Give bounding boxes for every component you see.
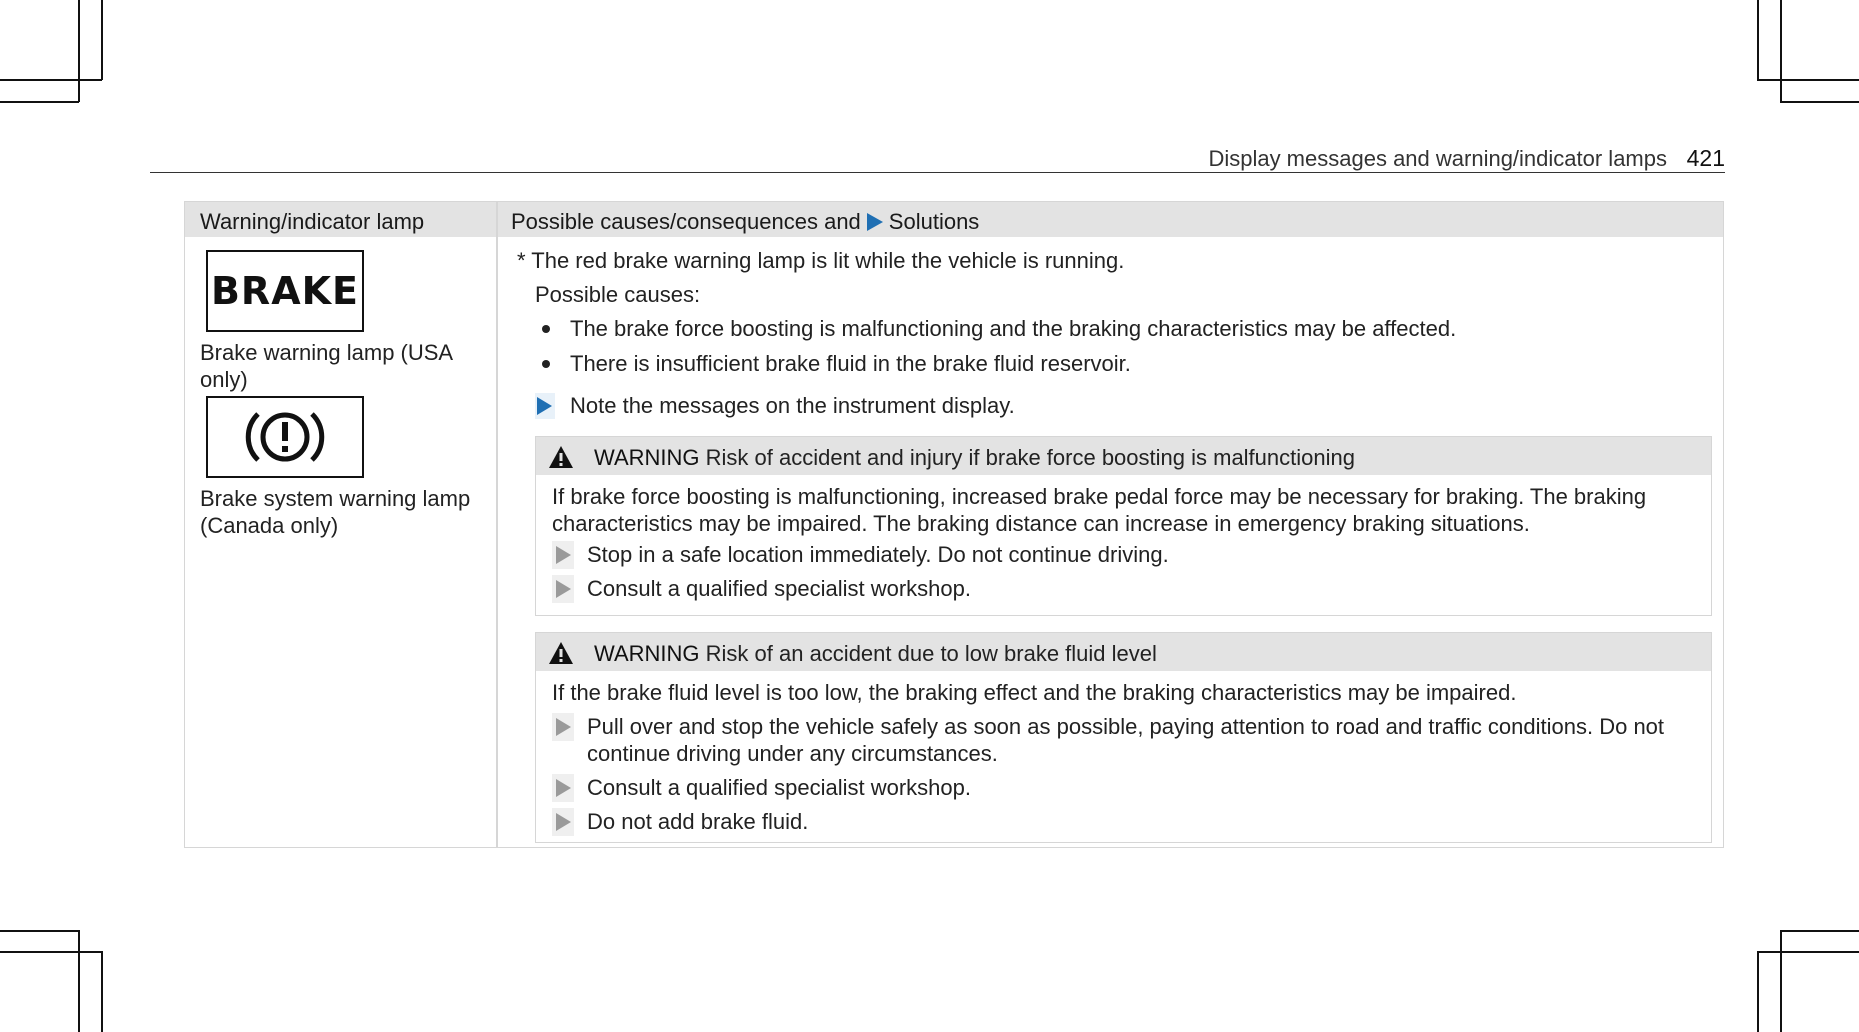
lamp-caption-canada: Brake system warning lamp (Canada only)	[200, 486, 471, 538]
step-text: Note the messages on the instrument disp…	[570, 393, 1015, 418]
warning-step: Pull over and stop the vehicle safely as…	[587, 714, 1665, 766]
step-arrow-icon	[556, 546, 571, 564]
warning-box: WARNING Risk of an accident due to low b…	[535, 632, 1712, 843]
warning-header: WARNING Risk of an accident due to low b…	[536, 633, 1711, 671]
bullet-icon	[542, 360, 550, 368]
running-header: Display messages and warning/indicator l…	[150, 140, 1725, 173]
column-divider	[496, 202, 498, 847]
step-arrow-icon	[556, 718, 571, 736]
step-arrow-icon	[556, 779, 571, 797]
bullet-icon	[542, 325, 550, 333]
warning-triangle-icon	[549, 446, 573, 468]
step-arrow-icon	[537, 397, 552, 420]
column-header-causes: Possible causes/consequences and Solutio…	[511, 209, 979, 235]
page-number: 421	[1686, 145, 1725, 171]
cause-item: The brake force boosting is malfunctioni…	[570, 316, 1457, 341]
brake-system-warning-symbol	[245, 412, 325, 462]
column-header-causes-text: Possible causes/consequences and	[511, 209, 861, 234]
warning-step: Do not add brake fluid.	[587, 809, 809, 834]
step-arrow-icon	[556, 813, 571, 831]
brake-lamp-text: BRAKE	[210, 269, 360, 313]
warning-title-text: Risk of an accident due to low brake flu…	[705, 641, 1157, 666]
brake-system-warning-lamp-icon	[206, 396, 364, 478]
lamp-caption-usa: Brake warning lamp (USA only)	[200, 340, 452, 392]
cause-item: There is insufficient brake fluid in the…	[570, 351, 1131, 376]
warning-label: WARNING	[594, 641, 700, 666]
solution-arrow-icon	[866, 213, 883, 231]
warning-title: WARNING Risk of an accident due to low b…	[594, 641, 1157, 667]
warning-box: WARNING Risk of accident and injury if b…	[535, 436, 1712, 616]
warning-triangle-icon	[549, 642, 573, 664]
possible-causes-label: Possible causes:	[535, 282, 701, 307]
warning-lamp-table: Warning/indicator lamp Possible causes/c…	[184, 201, 1724, 848]
warning-title: WARNING Risk of accident and injury if b…	[594, 445, 1355, 471]
warning-body: If brake force boosting is malfunctionin…	[552, 484, 1647, 536]
warning-label: WARNING	[594, 445, 700, 470]
warning-body: If the brake fluid level is too low, the…	[552, 680, 1517, 705]
warning-step: Consult a qualified specialist workshop.	[587, 576, 971, 601]
warning-title-text: Risk of accident and injury if brake for…	[705, 445, 1355, 470]
column-header-lamp: Warning/indicator lamp	[200, 209, 425, 234]
step-arrow-icon	[556, 580, 571, 598]
section-title: Display messages and warning/indicator l…	[1208, 146, 1667, 171]
column-header-solutions-text: Solutions	[888, 209, 980, 234]
warning-header: WARNING Risk of accident and injury if b…	[536, 437, 1711, 475]
warning-step: Consult a qualified specialist workshop.	[587, 775, 971, 800]
intro-text: * The red brake warning lamp is lit whil…	[517, 248, 1125, 273]
warning-step: Stop in a safe location immediately. Do …	[587, 542, 1169, 567]
brake-warning-lamp-icon: BRAKE	[206, 250, 364, 332]
table-header-row: Warning/indicator lamp Possible causes/c…	[185, 202, 1723, 237]
